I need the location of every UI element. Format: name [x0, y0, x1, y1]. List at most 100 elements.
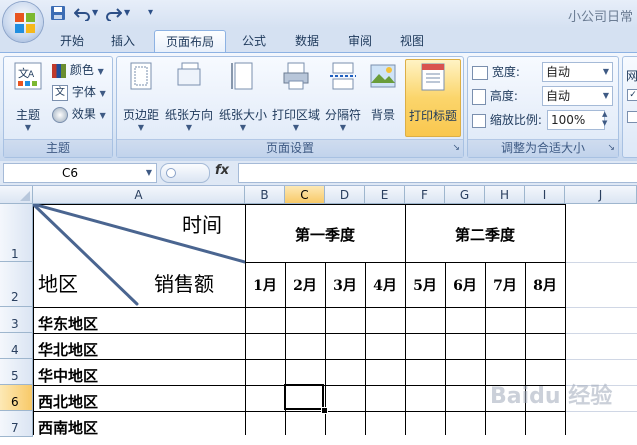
undo-icon[interactable] — [74, 5, 90, 21]
fill-handle[interactable] — [321, 407, 328, 414]
scale-label: 缩放比例: — [489, 113, 542, 127]
gridlines-view-checkbox[interactable]: ✓ — [627, 89, 637, 101]
gridline — [565, 333, 637, 334]
watermark: Baidu 经验 — [490, 384, 613, 409]
orientation-icon — [177, 62, 201, 86]
header-region: 地区 — [38, 272, 78, 296]
orientation-dropdown-icon: ▼ — [185, 123, 193, 132]
formula-input[interactable] — [238, 163, 637, 183]
width-label: 宽度: — [491, 65, 520, 79]
redo-dropdown-icon[interactable]: ▼ — [124, 5, 130, 21]
theme-effects-button[interactable]: 效果 ▼ — [52, 103, 106, 125]
svg-text:A: A — [28, 70, 35, 80]
gridlines-print-checkbox[interactable] — [627, 111, 637, 123]
breaks-button[interactable]: 分隔符 ▼ — [322, 61, 364, 132]
width-icon — [472, 65, 488, 80]
month-2: 2月 — [293, 278, 317, 294]
region-1: 华东地区 — [38, 315, 99, 333]
gridline — [565, 359, 637, 360]
tab-page-layout[interactable]: 页面布局 — [154, 30, 226, 53]
margins-icon — [130, 62, 152, 90]
row-header-1[interactable]: 1 — [0, 204, 33, 262]
size-button[interactable]: 纸张大小 ▼ — [216, 61, 270, 132]
column-header-b[interactable]: B — [245, 186, 285, 204]
theme-group: 文 A 主题 ▼ 颜色 ▼ 文 字体 ▼ 效果 ▼ 主题 — [3, 56, 113, 158]
tab-review[interactable]: 审阅 — [340, 30, 380, 52]
name-box-dropdown-icon[interactable]: ▼ — [146, 164, 152, 182]
fonts-icon: 文 — [52, 84, 68, 101]
column-header-g[interactable]: G — [445, 186, 485, 204]
office-button[interactable] — [3, 2, 43, 42]
insert-function-icon[interactable]: fx — [215, 163, 229, 178]
formula-expand-handle[interactable] — [160, 163, 210, 183]
save-icon[interactable] — [50, 5, 66, 21]
redo-icon[interactable] — [106, 5, 122, 21]
tab-home[interactable]: 开始 — [52, 30, 92, 52]
background-icon — [370, 64, 396, 88]
active-cell-c6[interactable] — [284, 384, 324, 410]
scale-value: 100% — [551, 113, 586, 127]
column-header-d[interactable]: D — [325, 186, 365, 204]
tab-data[interactable]: 数据 — [287, 30, 327, 52]
print-titles-button[interactable]: 打印标题 — [405, 59, 461, 137]
fonts-dropdown-icon: ▼ — [99, 89, 106, 98]
header-time: 时间 — [182, 213, 222, 237]
background-button[interactable]: 背景 — [365, 61, 401, 123]
scale-to-fit-group: 宽度: 自动 ▼ 高度: 自动 ▼ 缩放比例: 100% ▲ ▼ 调整为合适大小 ↘ — [467, 56, 619, 158]
column-header-a[interactable]: A — [33, 186, 245, 204]
theme-effects-label: 效果 — [71, 107, 96, 121]
width-dropdown-icon: ▼ — [602, 67, 609, 76]
column-header-j[interactable]: J — [565, 186, 637, 204]
breaks-icon — [330, 62, 356, 90]
scale-row: 缩放比例: 100% ▲ ▼ — [472, 109, 614, 131]
themes-button[interactable]: 文 A 主题 ▼ — [6, 61, 50, 132]
column-header-f[interactable]: F — [405, 186, 445, 204]
size-label: 纸张大小 — [218, 108, 267, 122]
row-header-2[interactable]: 2 — [0, 262, 33, 307]
window-title: 小公司日常 — [567, 10, 633, 25]
name-box[interactable]: C6 ▼ — [3, 163, 157, 183]
margins-button[interactable]: 页边距 ▼ — [120, 61, 162, 132]
name-box-value: C6 — [62, 166, 79, 180]
theme-fonts-button[interactable]: 文 字体 ▼ — [52, 81, 106, 103]
column-header-i[interactable]: I — [525, 186, 565, 204]
column-header-e[interactable]: E — [365, 186, 405, 204]
column-header-c[interactable]: C — [285, 186, 325, 204]
size-dropdown-icon: ▼ — [239, 123, 247, 132]
row-header-7[interactable]: 7 — [0, 411, 33, 437]
height-dropdown-icon: ▼ — [602, 91, 609, 100]
print-area-button[interactable]: 打印区域 ▼ — [271, 61, 321, 132]
tab-view[interactable]: 视图 — [392, 30, 432, 52]
tab-insert[interactable]: 插入 — [103, 30, 143, 52]
print-area-icon — [283, 62, 309, 90]
height-select[interactable]: 自动 ▼ — [542, 86, 613, 106]
tab-formulas[interactable]: 公式 — [234, 30, 274, 52]
page-setup-launcher-icon[interactable]: ↘ — [452, 140, 460, 157]
scale-input[interactable]: 100% — [547, 110, 605, 130]
select-all-corner[interactable] — [0, 186, 33, 204]
colors-icon — [52, 63, 66, 78]
undo-dropdown-icon[interactable]: ▼ — [92, 5, 98, 21]
scale-launcher-icon[interactable]: ↘ — [607, 140, 615, 157]
page-setup-group-label: 页面设置 ↘ — [117, 139, 463, 157]
width-select[interactable]: 自动 ▼ — [542, 62, 613, 82]
orientation-button[interactable]: 纸张方向 ▼ — [163, 61, 215, 132]
breaks-label: 分隔符 — [324, 108, 361, 122]
column-header-h[interactable]: H — [485, 186, 525, 204]
office-logo-icon — [15, 13, 35, 33]
row-header-4[interactable]: 4 — [0, 333, 33, 359]
select-all-icon — [20, 191, 30, 201]
row-header-5[interactable]: 5 — [0, 359, 33, 385]
row-header-6[interactable]: 6 — [0, 385, 33, 411]
background-label: 背景 — [370, 108, 395, 122]
region-3: 华中地区 — [38, 367, 99, 385]
print-area-dropdown-icon: ▼ — [292, 123, 300, 132]
customize-qat-icon[interactable]: ▾ — [148, 5, 153, 21]
print-area-label: 打印区域 — [271, 108, 320, 122]
orientation-label: 纸张方向 — [164, 108, 213, 122]
row-header-3[interactable]: 3 — [0, 307, 33, 333]
scale-spinner[interactable]: ▲ ▼ — [602, 110, 607, 128]
gridline — [565, 262, 637, 263]
theme-colors-button[interactable]: 颜色 ▼ — [52, 59, 104, 81]
month-4: 4月 — [373, 278, 397, 294]
